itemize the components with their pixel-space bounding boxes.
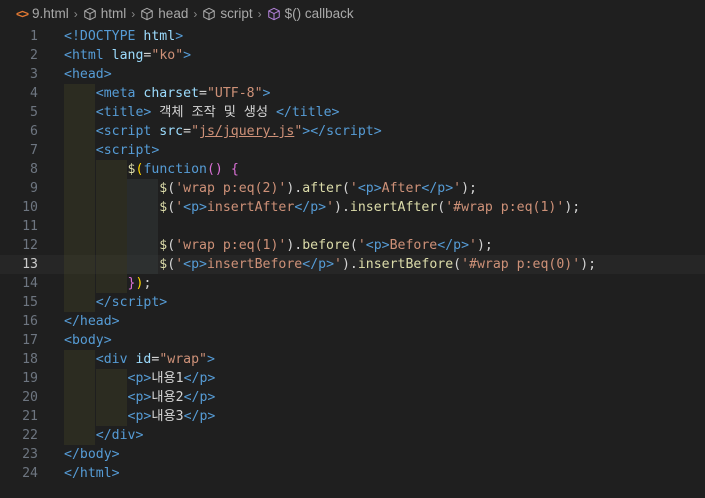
indent-guide [64,217,95,236]
line-number: 13 [22,257,38,272]
line-number: 19 [22,371,38,386]
code-text: <p>내용2</p> [127,390,216,405]
code-line[interactable]: 1 <!DOCTYPE html> [0,27,705,46]
code-text: <div id="wrap"> [95,352,215,367]
line-number: 20 [22,390,38,405]
cube-icon [203,7,216,20]
line-number: 16 [22,314,38,329]
code-text: <head> [64,67,112,82]
line-number: 4 [30,86,38,101]
line-number: 21 [22,409,38,424]
chevron-right-icon: › [73,6,78,21]
breadcrumb-file-label: 9.html [32,6,69,21]
code-line[interactable]: 5 <title> 객체 조작 및 생성 </title> [0,103,705,122]
code-text: </html> [64,466,120,481]
line-number: 12 [22,238,38,253]
breadcrumb-item-label: head [158,6,189,21]
code-line[interactable]: 17 <body> [0,331,705,350]
code-line[interactable]: 18 <div id="wrap"> [0,350,705,369]
code-text: $('<p>insertBefore</p>').insertBefore('#… [159,257,597,272]
code-text: $('wrap p:eq(1)').before('<p>Before</p>'… [159,238,493,253]
code-text: <p>내용3</p> [127,409,216,424]
code-text: </head> [64,314,120,329]
indent-guide [95,217,127,236]
code-line[interactable]: 23 </body> [0,445,705,464]
indent-guide [127,217,159,236]
code-line[interactable]: 4 <meta charset="UTF-8"> [0,84,705,103]
breadcrumb-item-label: script [220,6,253,21]
chevron-right-icon: › [131,6,136,21]
code-line[interactable]: 16 </head> [0,312,705,331]
cube-icon [84,7,96,20]
line-number: 23 [22,447,38,462]
line-number: 9 [30,181,38,196]
code-text: </script> [95,295,168,310]
line-number: 7 [30,143,38,158]
line-number: 6 [30,124,38,139]
html-file-icon: <> [16,6,29,21]
code-line[interactable]: 7 <script> [0,141,705,160]
code-line[interactable]: 19 <p>내용1</p> [0,369,705,388]
line-number: 5 [30,105,38,120]
breadcrumb-file[interactable]: <> 9.html [16,6,69,21]
breadcrumb-item-script[interactable]: script [202,6,253,21]
code-editor[interactable]: 1 <!DOCTYPE html> 2 <html lang="ko"> 3 <head>… [0,27,705,483]
code-line[interactable]: 3 <head> [0,65,705,84]
code-text: <html lang="ko"> [64,48,192,63]
code-text: <body> [64,333,112,348]
line-number: 1 [30,29,38,44]
line-number: 14 [22,276,38,291]
breadcrumb-item-label: html [100,6,127,21]
line-number: 17 [22,333,38,348]
code-text: </div> [95,428,144,443]
line-number: 24 [22,466,38,481]
code-line[interactable]: 15 </script> [0,293,705,312]
code-text: $('wrap p:eq(2)').after('<p>After</p>'); [159,181,477,196]
code-line[interactable]: 6 <script src="js/jquery.js"></script> [0,122,705,141]
line-number: 22 [22,428,38,443]
code-line[interactable]: 12 $('wrap p:eq(1)').before('<p>Before</… [0,236,705,255]
code-line[interactable]: 20 <p>내용2</p> [0,388,705,407]
code-text: }); [127,276,152,291]
line-number: 3 [30,67,38,82]
code-text: $(function() { [127,162,239,177]
code-text: <!DOCTYPE html> [64,29,184,44]
code-text: $('<p>insertAfter</p>').insertAfter('#wr… [159,200,581,215]
line-number: 15 [22,295,38,310]
code-line[interactable]: 10 $('<p>insertAfter</p>').insertAfter('… [0,198,705,217]
function-cube-icon [267,7,280,20]
breadcrumb-item-head[interactable]: head [140,6,188,21]
code-text: <meta charset="UTF-8"> [95,86,271,101]
code-text: <script> [95,143,160,158]
line-number: 18 [22,352,38,367]
cube-icon [141,7,154,20]
code-line[interactable]: 8 $(function() { [0,160,705,179]
code-text: <p>내용1</p> [127,371,216,386]
code-line[interactable]: 24 </html> [0,464,705,483]
code-line[interactable]: 21 <p>내용3</p> [0,407,705,426]
breadcrumb-item-callback[interactable]: $() callback [267,6,354,21]
line-number: 11 [22,219,38,234]
code-text: <title> 객체 조작 및 생성 </title> [95,105,340,120]
chevron-right-icon: › [257,6,262,21]
breadcrumb: <> 9.html › html › head › script › $() c… [0,0,705,27]
line-number: 8 [30,162,38,177]
chevron-right-icon: › [193,6,198,21]
code-line[interactable]: 22 </div> [0,426,705,445]
line-number: 2 [30,48,38,63]
breadcrumb-item-label: $() callback [284,6,354,21]
code-line[interactable]: 11 [0,217,705,236]
code-text: <script src="js/jquery.js"></script> [95,124,382,139]
code-line[interactable]: 2 <html lang="ko"> [0,46,705,65]
code-text: </body> [64,447,120,462]
line-number: 10 [22,200,38,215]
code-line[interactable]: 14 }); [0,274,705,293]
code-line[interactable]: 13 $('<p>insertBefore</p>').insertBefore… [0,255,705,274]
code-line[interactable]: 9 $('wrap p:eq(2)').after('<p>After</p>'… [0,179,705,198]
breadcrumb-item-html[interactable]: html [83,6,127,21]
